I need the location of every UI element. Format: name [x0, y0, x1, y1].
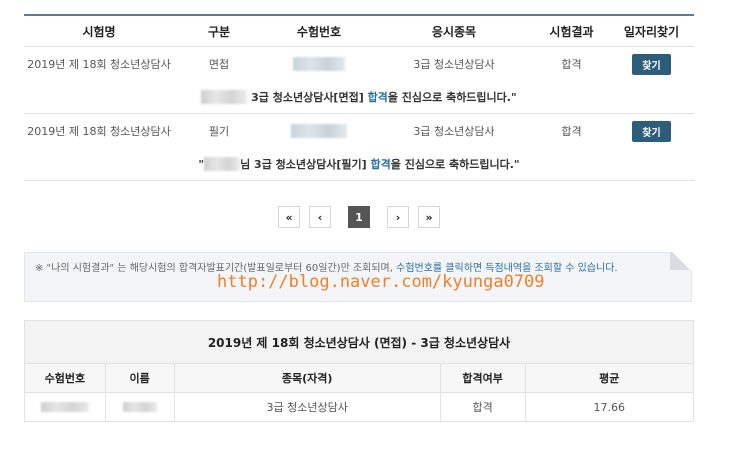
table-row: 2019년 제 18회 청소년상담사 면접 3급 청소년상담사 합격 찾기	[24, 47, 694, 81]
header-name: 이름	[106, 364, 175, 392]
congrats-message: " 님 3급 청소년상담사[필기] 합격 을 진심으로 축하드립니다."	[24, 148, 694, 181]
exam-type: 필기	[208, 125, 230, 138]
summary-average: 17.66	[593, 400, 626, 414]
redacted-exam-number	[291, 124, 347, 138]
header-result: 시험결과	[549, 24, 594, 39]
results-header-row: 시험명 구분 수험번호 응시종목 시험결과 일자리찾기	[24, 16, 694, 47]
page-content: 시험명 구분 수험번호 응시종목 시험결과 일자리찾기 2019년 제 18회 …	[24, 14, 694, 422]
score-summary-table: 2019년 제 18회 청소년상담사 (면접) - 3급 청소년상담사 수험번호…	[24, 320, 694, 422]
congrats-highlight: 합격	[367, 91, 388, 104]
redacted-exam-number	[293, 57, 345, 71]
congrats-message: 3급 청소년상담사[면접] 합격 을 진심으로 축하드립니다."	[24, 81, 694, 114]
exam-number-link[interactable]	[264, 57, 374, 71]
page-fold-icon	[670, 252, 692, 270]
congrats-end-text: 을 진심으로 축하드립니다."	[390, 158, 520, 171]
header-field: 응시종목	[431, 24, 477, 39]
redacted-name	[122, 402, 157, 412]
congrats-text: 님 3급 청소년상담사[필기]	[240, 158, 371, 171]
summary-pass-status: 합격	[441, 393, 526, 421]
table-row: 2019년 제 18회 청소년상담사 필기 3급 청소년상담사 합격 찾기	[24, 114, 694, 148]
exam-name: 2019년 제 18회 청소년상담사	[27, 125, 171, 138]
header-average: 평균	[599, 372, 620, 385]
current-page[interactable]: 1	[348, 206, 370, 228]
exam-type: 면접	[208, 58, 230, 71]
congrats-text: 3급 청소년상담사[면접]	[247, 91, 368, 104]
table-row: 3급 청소년상담사 합격 17.66	[25, 393, 693, 421]
exam-field: 3급 청소년상담사	[413, 125, 495, 138]
summary-name	[106, 393, 175, 421]
exam-field: 3급 청소년상담사	[413, 58, 495, 71]
exam-name: 2019년 제 18회 청소년상담사	[27, 58, 171, 71]
header-qualification: 종목(자격)	[175, 364, 441, 392]
summary-qualification: 3급 청소년상담사	[175, 393, 441, 421]
summary-header-row: 수험번호 이름 종목(자격) 합격여부 평균	[25, 364, 693, 393]
header-exam-number: 수험번호	[25, 364, 106, 392]
first-page-button[interactable]: «	[278, 206, 300, 228]
summary-title: 2019년 제 18회 청소년상담사 (면접) - 3급 청소년상담사	[25, 321, 693, 364]
exam-result: 합격	[561, 125, 582, 138]
header-pass-status: 합격여부	[441, 364, 526, 392]
blog-watermark: http://blog.naver.com/kyunga0709	[217, 272, 545, 292]
pagination: « ‹ 1 › »	[24, 206, 694, 228]
congrats-end-text: 을 진심으로 축하드립니다."	[387, 91, 517, 104]
redacted-exam-number	[40, 402, 89, 412]
job-search-button[interactable]: 찾기	[632, 120, 671, 142]
redacted-name	[204, 157, 241, 171]
summary-exam-number	[25, 393, 106, 421]
header-exam-number: 수험번호	[296, 24, 342, 39]
last-page-button[interactable]: »	[418, 206, 440, 228]
job-search-button[interactable]: 찾기	[632, 53, 671, 75]
header-type: 구분	[207, 24, 231, 39]
next-page-button[interactable]: ›	[387, 206, 409, 228]
redacted-name	[201, 90, 248, 104]
header-job-search: 일자리찾기	[623, 24, 680, 39]
header-exam-name: 시험명	[82, 24, 116, 39]
exam-number-link[interactable]	[264, 124, 374, 138]
prev-page-button[interactable]: ‹	[309, 206, 331, 228]
congrats-highlight: 합격	[370, 158, 391, 171]
exam-results-table: 시험명 구분 수험번호 응시종목 시험결과 일자리찾기 2019년 제 18회 …	[24, 14, 694, 181]
exam-result: 합격	[561, 58, 582, 71]
